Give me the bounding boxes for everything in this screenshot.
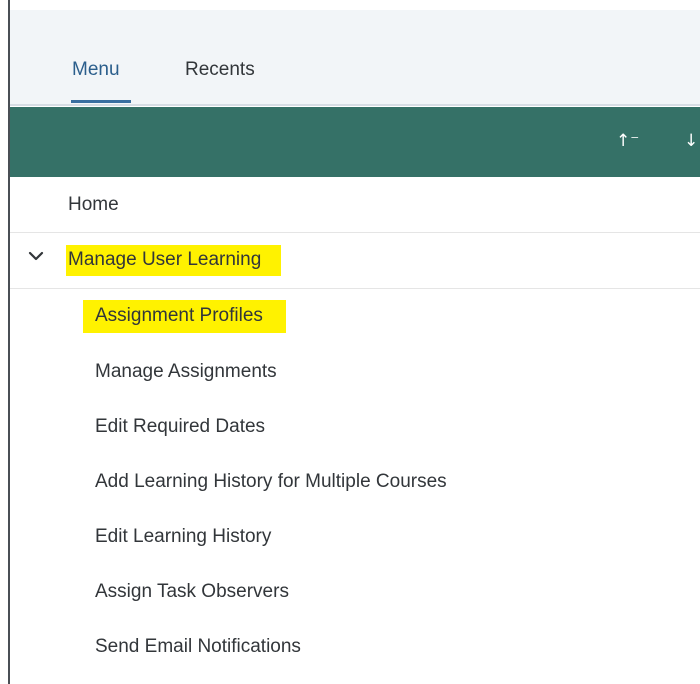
menu-item-label: Home [68, 193, 119, 215]
sort-descending-button[interactable]: ↓ [684, 129, 698, 153]
menu-item-label: Edit Required Dates [95, 415, 266, 437]
menu-item-label: Add Learning History for Multiple Course… [95, 470, 447, 492]
menu-list: Home Manage User Learning Assignment Pro… [10, 177, 700, 674]
top-strip [10, 0, 700, 10]
menu-item-label: Manage Assignments [95, 360, 277, 382]
sort-ascending-button[interactable]: ↑⁻ [616, 129, 639, 153]
menu-toolbar: ↑⁻ ↓ [10, 107, 700, 177]
menu-item-edit-learning-history[interactable]: Edit Learning History [10, 509, 700, 564]
menu-item-assignment-profiles[interactable]: Assignment Profiles [10, 289, 700, 344]
menu-item-assign-task-observers[interactable]: Assign Task Observers [10, 564, 700, 619]
menu-item-label: Edit Learning History [95, 525, 272, 547]
tab-menu[interactable]: Menu [72, 59, 120, 81]
tab-recents[interactable]: Recents [185, 59, 255, 81]
menu-item-add-learning-history[interactable]: Add Learning History for Multiple Course… [10, 454, 700, 509]
menu-item-label: Assign Task Observers [95, 580, 289, 602]
menu-item-edit-required-dates[interactable]: Edit Required Dates [10, 399, 700, 454]
chevron-down-icon[interactable] [28, 251, 56, 271]
menu-item-label: Send Email Notifications [95, 635, 301, 657]
menu-group-label: Manage User Learning [66, 245, 282, 276]
menu-item-home[interactable]: Home [10, 177, 700, 233]
menu-item-manage-assignments[interactable]: Manage Assignments [10, 344, 700, 399]
menu-item-label: Assignment Profiles [83, 300, 286, 333]
navigation-panel: Menu Recents ↑⁻ ↓ Home Manage User Learn… [0, 0, 700, 684]
menu-group-manage-user-learning[interactable]: Manage User Learning [10, 233, 700, 289]
active-tab-indicator [71, 100, 131, 103]
tab-bar: Menu Recents [10, 10, 700, 106]
menu-item-send-email-notifications[interactable]: Send Email Notifications [10, 619, 700, 674]
